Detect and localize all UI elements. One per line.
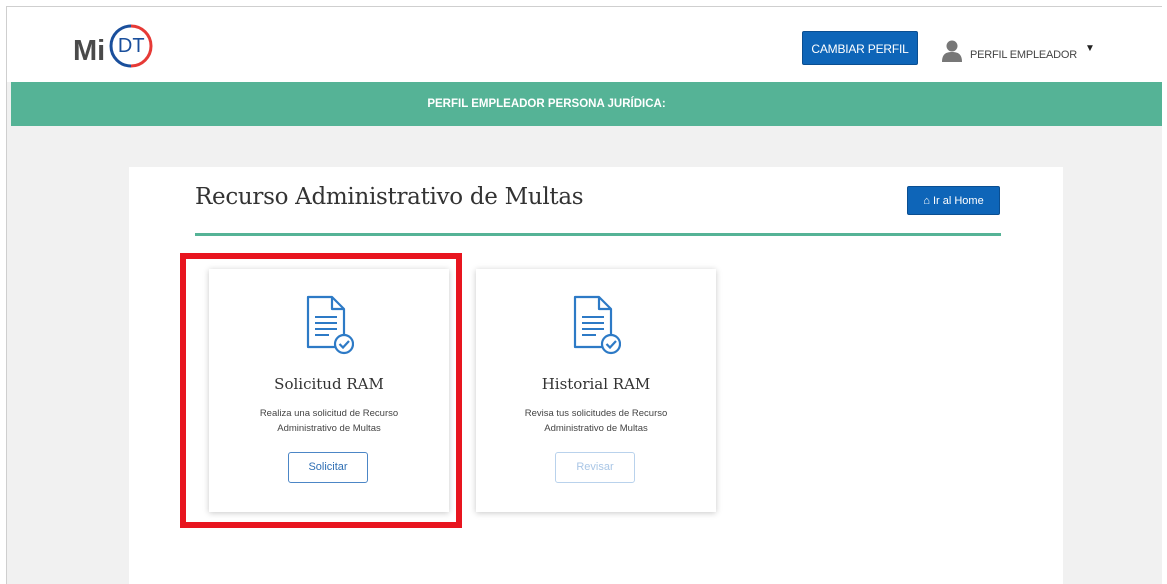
ir-al-home-label: Ir al Home xyxy=(932,195,984,207)
solicitar-button[interactable]: Solicitar xyxy=(288,452,368,483)
card-historial-ram: Historial RAM Revisa tus solicitudes de … xyxy=(476,269,716,512)
revisar-button[interactable]: Revisar xyxy=(555,452,635,483)
card-solicitud-ram: Solicitud RAM Realiza una solicitud de R… xyxy=(209,269,449,512)
user-profile-label: PERFIL EMPLEADOR xyxy=(970,49,1078,61)
ir-al-home-button[interactable]: ⌂ Ir al Home xyxy=(907,186,1000,215)
user-icon xyxy=(942,40,962,62)
card-description: Revisa tus solicitudes de Recurso Admini… xyxy=(524,408,668,434)
home-icon: ⌂ xyxy=(923,195,930,207)
caret-down-icon: ▼ xyxy=(1085,42,1095,54)
user-profile-menu[interactable]: PERFIL EMPLEADOR ▼ xyxy=(942,33,1095,69)
card-title: Solicitud RAM xyxy=(274,375,384,393)
app-window: Mi DT CAMBIAR PERFIL PERFIL EMPLEADOR ▼ … xyxy=(6,6,1162,584)
cambiar-perfil-button[interactable]: CAMBIAR PERFIL xyxy=(802,31,918,65)
profile-banner-text: PERFIL EMPLEADOR PERSONA JURÍDICA: xyxy=(427,98,666,110)
top-navbar: Mi DT CAMBIAR PERFIL PERFIL EMPLEADOR ▼ xyxy=(7,7,1162,82)
mi-dt-logo[interactable]: Mi DT xyxy=(73,23,154,69)
document-check-icon xyxy=(306,295,354,355)
logo-dt-text: DT xyxy=(117,35,145,57)
logo-dt-circle: DT xyxy=(108,23,154,69)
main-panel: Recurso Administrativo de Multas ⌂ Ir al … xyxy=(129,167,1063,584)
logo-mi-text: Mi xyxy=(73,34,106,67)
title-divider xyxy=(195,233,1001,236)
profile-banner: PERFIL EMPLEADOR PERSONA JURÍDICA: xyxy=(11,82,1162,126)
page-title: Recurso Administrativo de Multas xyxy=(195,184,584,210)
card-title: Historial RAM xyxy=(541,375,651,393)
card-description: Realiza una solicitud de Recurso Adminis… xyxy=(259,408,399,434)
document-check-icon xyxy=(573,295,621,355)
